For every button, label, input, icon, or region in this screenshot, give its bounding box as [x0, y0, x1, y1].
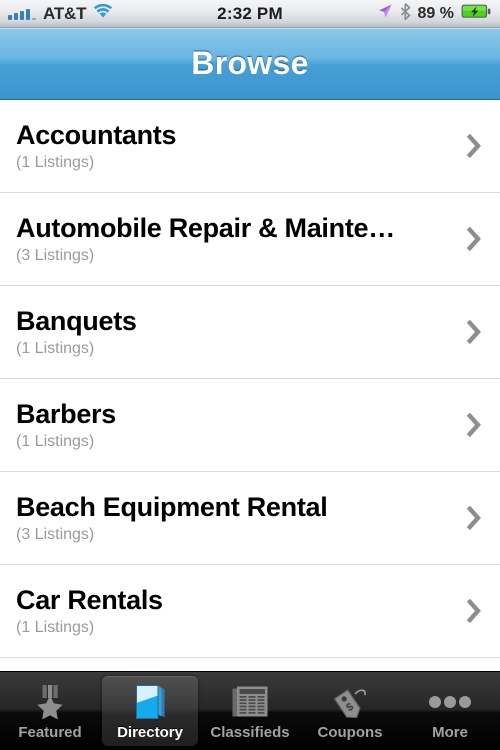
tab-label: Coupons — [317, 724, 383, 741]
wifi-icon — [93, 3, 113, 24]
blue-book-icon — [127, 682, 173, 722]
status-clock: 2:32 PM — [217, 3, 283, 23]
status-bar-right: 89 % — [377, 0, 491, 27]
list-item-text: Car Rentals (1 Listings) — [16, 586, 462, 637]
three-dots-icon — [427, 682, 473, 722]
tab-label: Directory — [117, 724, 183, 741]
chevron-right-icon[interactable] — [462, 410, 484, 440]
list-item-text: Barbers (1 Listings) — [16, 400, 462, 451]
chevron-right-icon[interactable] — [462, 503, 484, 533]
battery-charging-icon — [461, 4, 491, 24]
medal-star-icon — [27, 682, 73, 722]
list-item[interactable]: Beach Equipment Rental (3 Listings) — [0, 472, 500, 565]
list-item[interactable]: Automobile Repair & Mainte… (3 Listings) — [0, 193, 500, 286]
list-item-title: Accountants — [16, 120, 177, 150]
list-item[interactable]: Barbers (1 Listings) — [0, 379, 500, 472]
list-item[interactable]: Banquets (1 Listings) — [0, 286, 500, 379]
list-item-title: Automobile Repair & Mainte… — [16, 213, 395, 243]
chevron-right-icon[interactable] — [462, 224, 484, 254]
list-item-title: Beach Equipment Rental — [16, 492, 328, 522]
newspaper-icon — [227, 682, 273, 722]
list-item[interactable]: Car Rentals (1 Listings) — [0, 565, 500, 658]
tab-label: Featured — [18, 724, 82, 741]
chevron-right-icon[interactable] — [462, 596, 484, 626]
page-title: Browse — [191, 45, 309, 81]
tab-label: More — [432, 724, 468, 741]
navigation-bar: Browse — [0, 28, 500, 100]
tab-featured[interactable]: Featured — [2, 676, 98, 746]
cellular-signal-icon — [8, 7, 36, 20]
list-item-text: Accountants (1 Listings) — [16, 121, 462, 172]
list-item-text: Automobile Repair & Mainte… (3 Listings) — [16, 214, 462, 265]
tab-more[interactable]: More — [402, 676, 498, 746]
app-screen: AT&T 2:32 PM 89 % Browse Accountants (1 … — [0, 0, 500, 750]
list-item-title: Car Rentals — [16, 585, 163, 615]
browse-category-list[interactable]: Accountants (1 Listings) Automobile Repair… — [0, 100, 500, 671]
location-arrow-icon — [377, 3, 393, 24]
status-bar: AT&T 2:32 PM 89 % — [0, 0, 500, 28]
bluetooth-icon — [400, 2, 411, 25]
list-item-subtitle: (3 Listings) — [16, 246, 95, 264]
battery-percent-label: 89 % — [417, 4, 454, 22]
list-item-subtitle: (1 Listings) — [16, 153, 95, 171]
list-item-subtitle: (1 Listings) — [16, 618, 95, 636]
list-item-subtitle: (3 Listings) — [16, 525, 95, 543]
tab-label: Classifieds — [210, 724, 290, 741]
list-item-text: Banquets (1 Listings) — [16, 307, 462, 358]
list-item-text: Beach Equipment Rental (3 Listings) — [16, 493, 462, 544]
tab-bar[interactable]: Featured Directory Classifieds $ Coupons More — [0, 671, 500, 750]
chevron-right-icon[interactable] — [462, 317, 484, 347]
list-item-title: Banquets — [16, 306, 137, 336]
tab-classifieds[interactable]: Classifieds — [202, 676, 298, 746]
price-tag-icon: $ — [327, 682, 373, 722]
tab-coupons[interactable]: $ Coupons — [302, 676, 398, 746]
list-item-subtitle: (1 Listings) — [16, 339, 95, 357]
tab-directory[interactable]: Directory — [102, 676, 198, 746]
list-item[interactable]: Accountants (1 Listings) — [0, 100, 500, 193]
list-item-title: Barbers — [16, 399, 116, 429]
chevron-right-icon[interactable] — [462, 131, 484, 161]
status-bar-left: AT&T — [8, 3, 113, 24]
list-item-subtitle: (1 Listings) — [16, 432, 95, 450]
carrier-label: AT&T — [43, 3, 87, 23]
